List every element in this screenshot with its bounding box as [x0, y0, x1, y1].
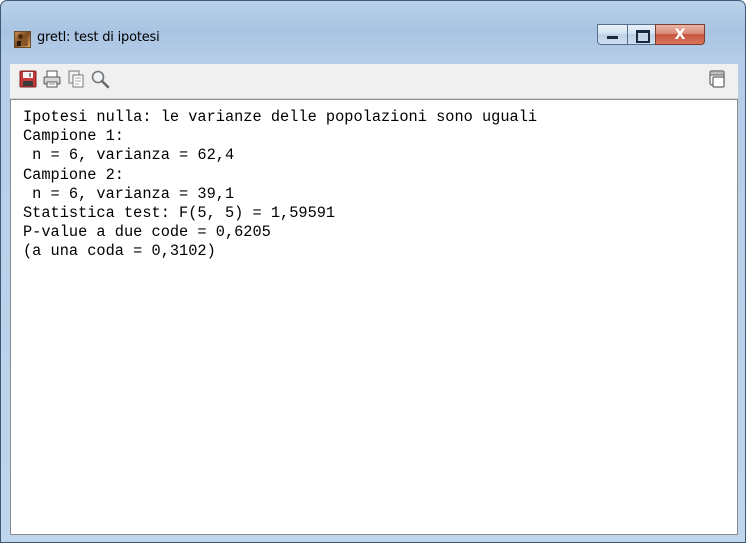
window-icon [709, 70, 725, 88]
output-line: n = 6, varianza = 39,1 [23, 184, 235, 203]
output-text-area[interactable]: Ipotesi nulla: le varianze delle popolaz… [10, 99, 738, 535]
output-line: n = 6, varianza = 62,4 [23, 146, 235, 165]
window-button[interactable] [706, 68, 728, 90]
maximize-button[interactable] [627, 24, 655, 45]
app-window: gretl: test di ipotesi X Ipotesi nulla: … [0, 0, 746, 543]
output-line: P-value a due code = 0,6205 [23, 223, 271, 242]
save-button[interactable] [17, 68, 39, 90]
close-icon: X [674, 27, 686, 43]
search-icon [91, 70, 110, 89]
output-line: (a una coda = 0,3102) [23, 242, 216, 261]
caption-buttons: X [597, 24, 740, 45]
copy-icon [68, 70, 84, 88]
minimize-button[interactable] [597, 24, 627, 45]
copy-button[interactable] [65, 68, 87, 90]
gretl-app-icon[interactable] [14, 31, 31, 48]
minimize-icon [607, 36, 618, 39]
print-icon [43, 70, 61, 88]
search-button[interactable] [89, 68, 111, 90]
close-button[interactable]: X [655, 24, 705, 45]
title-bar[interactable]: gretl: test di ipotesi X [1, 1, 745, 57]
output-line: Statistica test: F(5, 5) = 1,59591 [23, 204, 336, 223]
output-line: Ipotesi nulla: le varianze delle popolaz… [23, 108, 538, 126]
output-line: Campione 1: [23, 127, 124, 146]
maximize-icon [636, 30, 650, 43]
print-button[interactable] [41, 68, 63, 90]
output-line: Campione 2: [23, 165, 124, 184]
toolbar [10, 64, 738, 99]
save-icon [19, 70, 37, 88]
window-title: gretl: test di ipotesi [37, 30, 160, 45]
